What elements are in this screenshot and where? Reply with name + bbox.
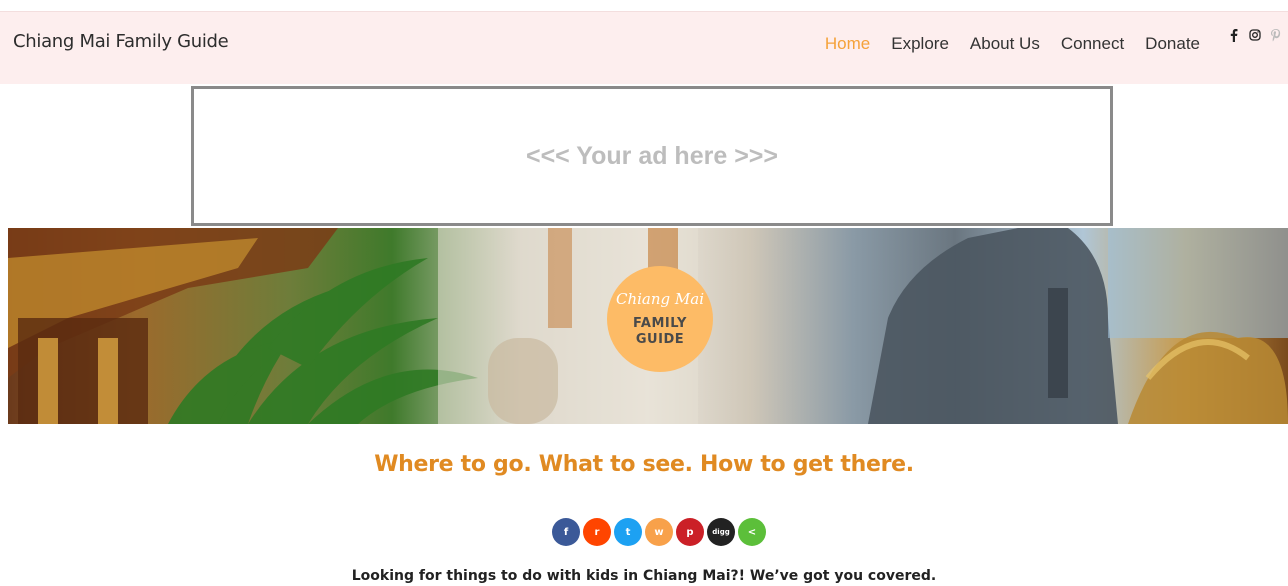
hero-logo-badge: Chiang Mai FAMILY GUIDE <box>607 266 713 372</box>
instagram-icon[interactable] <box>1249 28 1261 42</box>
badge-guide-text: GUIDE <box>635 332 685 347</box>
digg-share-icon[interactable]: digg <box>707 518 735 546</box>
badge-family-text: FAMILY <box>633 316 687 331</box>
weibo-share-icon[interactable]: w <box>645 518 673 546</box>
ad-banner[interactable]: <<< Your ad here >>> <box>191 86 1113 226</box>
top-strip <box>0 0 1288 11</box>
site-brand[interactable]: Chiang Mai Family Guide <box>13 31 229 52</box>
reddit-share-icon[interactable]: r <box>583 518 611 546</box>
pinterest-share-icon[interactable]: p <box>676 518 704 546</box>
pinterest-icon[interactable] <box>1270 28 1282 42</box>
ad-text: <<< Your ad here >>> <box>525 141 778 170</box>
facebook-icon[interactable] <box>1228 28 1240 42</box>
facebook-share-icon[interactable]: f <box>552 518 580 546</box>
share-bar: f r t w p digg < <box>552 518 766 546</box>
nav-donate[interactable]: Donate <box>1145 34 1200 54</box>
nav-explore[interactable]: Explore <box>891 34 949 54</box>
twitter-share-icon[interactable]: t <box>614 518 642 546</box>
main-nav: Home Explore About Us Connect Donate <box>825 34 1200 54</box>
intro-text: Looking for things to do with kids in Ch… <box>351 568 937 584</box>
social-links <box>1228 28 1282 42</box>
tagline: Where to go. What to see. How to get the… <box>374 452 914 477</box>
nav-connect[interactable]: Connect <box>1061 34 1124 54</box>
nav-about-us[interactable]: About Us <box>970 34 1040 54</box>
badge-script-text: Chiang Mai <box>615 290 704 308</box>
site-header: Chiang Mai Family Guide Home Explore Abo… <box>0 11 1288 84</box>
nav-home[interactable]: Home <box>825 34 870 54</box>
share-icon[interactable]: < <box>738 518 766 546</box>
